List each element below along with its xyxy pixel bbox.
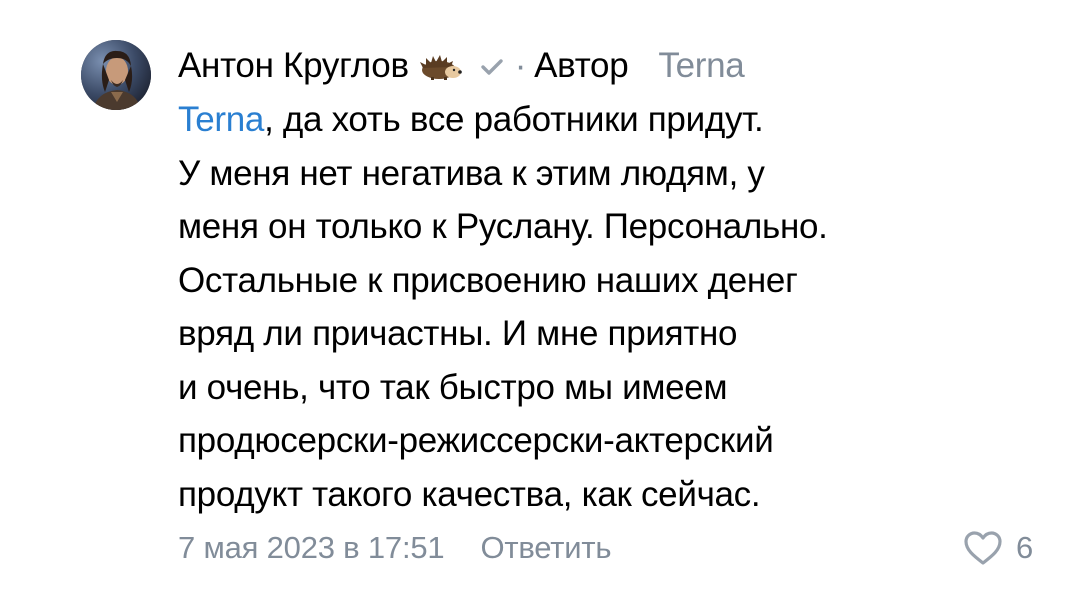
reply-button[interactable]: Ответить xyxy=(480,530,611,566)
comment-text-line: вряд ли причастны. И мне приятно xyxy=(178,314,738,353)
comment-date[interactable]: 7 мая 2023 в 17:51 xyxy=(178,530,445,566)
comment-header: Антон Круглов · Автор Terna xyxy=(178,44,745,88)
like-button[interactable]: 6 xyxy=(962,526,1033,570)
comment-text-line: Остальные к присвоению наших денег xyxy=(178,260,798,300)
comment-footer: 7 мая 2023 в 17:51 Ответить xyxy=(178,526,612,570)
reply-to-link[interactable]: Terna xyxy=(658,46,744,86)
author-name[interactable]: Антон Круглов xyxy=(178,46,409,86)
like-count: 6 xyxy=(1016,530,1034,565)
comment-text-line: и очень, что так быстро мы имеем xyxy=(178,367,728,407)
heart-icon xyxy=(962,529,1004,567)
checkmark-icon xyxy=(477,51,507,81)
comment-text-line: Terna, да хоть все работники придут. xyxy=(178,100,764,139)
comment-text-line: У меня нет негатива к этим людям, у xyxy=(178,153,765,193)
avatar-image xyxy=(81,40,151,110)
header-separator: · xyxy=(514,46,527,85)
comment: Антон Круглов · Автор Terna Terna, да хо… xyxy=(0,0,1080,608)
avatar[interactable] xyxy=(81,40,151,110)
hedgehog-icon xyxy=(417,51,463,81)
comment-text-line: меня он только к Руслану. Персонально. xyxy=(178,207,828,246)
author-badge: Автор xyxy=(534,46,629,85)
comment-text: Terna, да хоть все работники придут. У м… xyxy=(178,93,1058,521)
comment-text-line: продукт такого качества, как сейчас. xyxy=(178,474,761,514)
mention-link[interactable]: Terna xyxy=(178,100,264,139)
comment-text-line: продюсерски-режиссерски-актерский xyxy=(178,421,774,460)
